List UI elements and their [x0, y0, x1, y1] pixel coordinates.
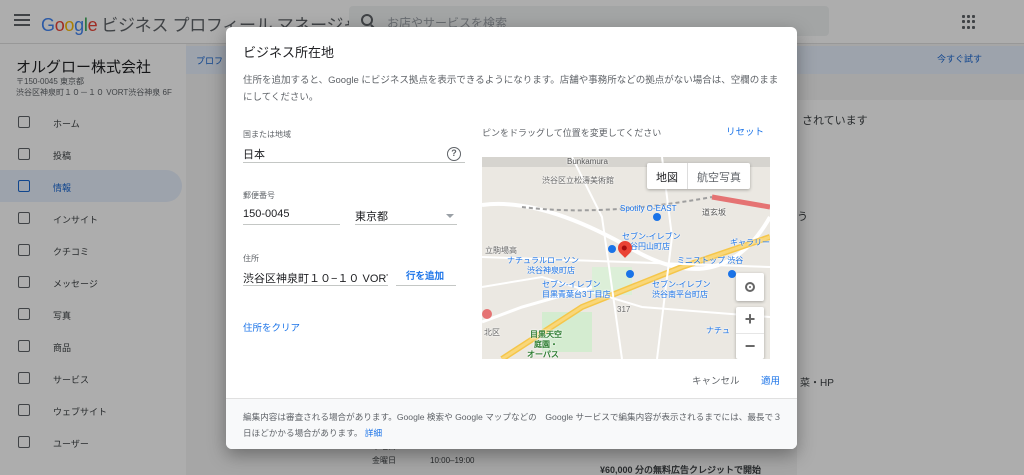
map-type-toggle: 地図 航空写真: [647, 163, 750, 189]
cancel-button[interactable]: キャンセル: [692, 373, 740, 387]
dialog-title: ビジネス所在地: [243, 45, 335, 60]
dialog-footer: 編集内容は審査される場合があります。Google 検索や Google マップな…: [226, 398, 797, 449]
prefecture-select[interactable]: 東京都: [355, 208, 435, 224]
map-type-map[interactable]: 地図: [647, 163, 687, 189]
postal-label: 郵便番号: [243, 191, 275, 200]
help-icon[interactable]: ?: [447, 147, 461, 161]
map-hint: ピンをドラッグして位置を変更してください: [482, 128, 662, 138]
reset-link[interactable]: リセット: [726, 124, 764, 138]
zoom-control: + −: [736, 307, 764, 359]
dialog-description: 住所を追加すると、Google にビジネス拠点を表示できるようになります。店舗や…: [243, 75, 779, 103]
prefecture-underline: [355, 224, 457, 225]
details-link[interactable]: 詳細: [365, 428, 382, 438]
address-field[interactable]: 渋谷区神泉町１０−１０ VORT: [243, 270, 388, 286]
country-label: 国または地域: [243, 130, 291, 139]
map-type-satellite[interactable]: 航空写真: [687, 163, 750, 189]
add-line-link[interactable]: 行を追加: [406, 268, 444, 282]
address-underline: [243, 285, 388, 286]
business-location-dialog: ビジネス所在地 住所を追加すると、Google にビジネス拠点を表示できるように…: [226, 27, 797, 449]
dropdown-caret-icon[interactable]: [446, 214, 454, 218]
country-underline: [243, 162, 465, 163]
footer-text: 編集内容は審査される場合があります。Google 検索や Google マップな…: [243, 412, 782, 438]
zoom-out-icon[interactable]: −: [736, 333, 764, 359]
country-field[interactable]: 日本: [243, 146, 433, 162]
apply-button[interactable]: 適用: [761, 373, 780, 387]
location-map[interactable]: Bunkamura 渋谷区立松濤美術館 Spotify O-EAST 道玄坂 セ…: [482, 157, 770, 359]
zoom-in-icon[interactable]: +: [736, 307, 764, 333]
postal-underline: [243, 224, 340, 225]
my-location-icon: [745, 282, 755, 292]
my-location-button[interactable]: [736, 273, 764, 301]
clear-address-link[interactable]: 住所をクリア: [243, 320, 300, 334]
add-line-underline: [396, 285, 456, 286]
address-label: 住所: [243, 254, 259, 263]
postal-code-field[interactable]: 150-0045: [243, 208, 338, 220]
